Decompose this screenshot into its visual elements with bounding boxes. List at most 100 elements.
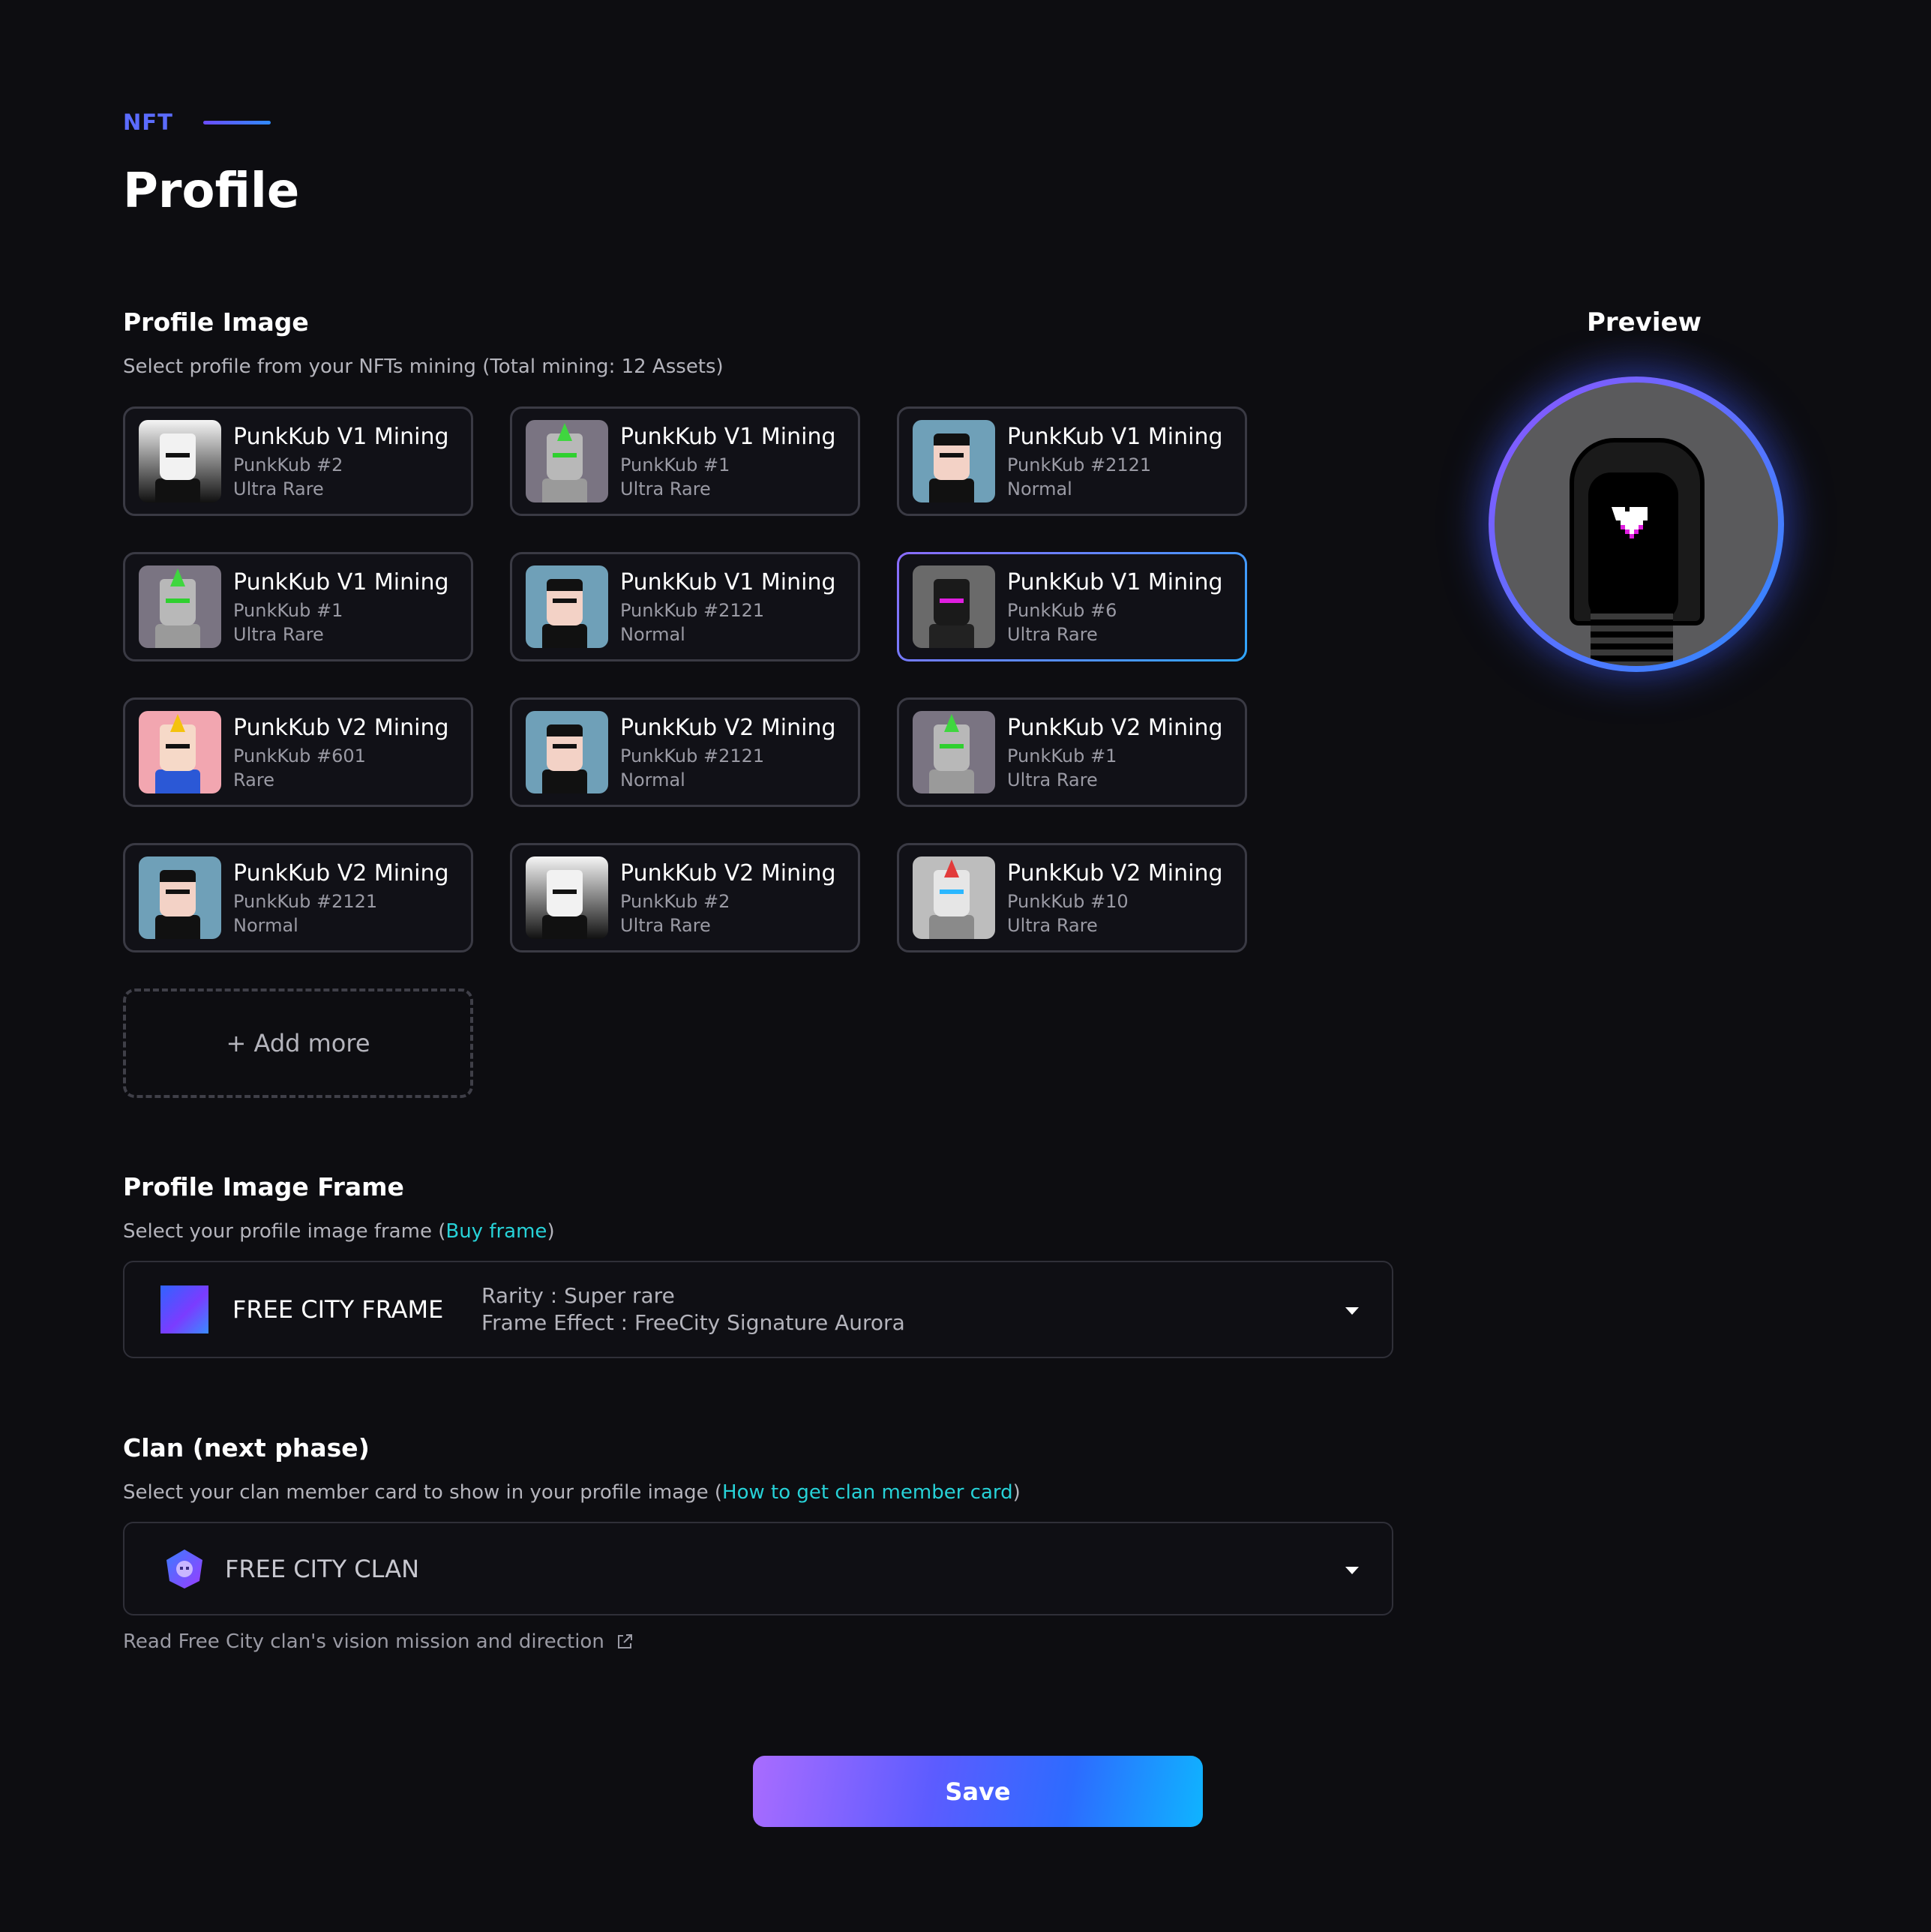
nft-card[interactable]: PunkKub V1 Mining P... PunkKub #2121Norma…	[510, 552, 860, 662]
avatar-body	[542, 624, 587, 648]
avatar-body	[155, 624, 200, 648]
external-link-icon	[617, 1634, 632, 1648]
nft-title: PunkKub V1 Mining P...	[1007, 568, 1231, 596]
nft-title: PunkKub V1 Mining P...	[620, 568, 844, 596]
nft-avatar	[139, 856, 221, 939]
clan-note-text: Read Free City clan's vision mission and…	[123, 1630, 604, 1653]
avatar-crest	[944, 860, 959, 878]
avatar-eyes	[553, 744, 577, 748]
clan-select[interactable]: FREE CITY CLAN	[123, 1522, 1393, 1616]
nft-card[interactable]: PunkKub V1 Mining P... PunkKub #1Ultra Ra…	[123, 552, 473, 662]
avatar-eyes	[553, 598, 577, 603]
nft-card[interactable]: PunkKub V2 Mining ... PunkKub #2 Ultra Rar…	[510, 843, 860, 952]
avatar-eyes	[553, 453, 577, 458]
nft-avatar	[913, 566, 995, 648]
nft-card-text: PunkKub V1 Mining P... PunkKub #1Ultra Ra…	[620, 424, 844, 500]
nft-id: PunkKub #2121	[1007, 454, 1152, 476]
avatar-eyes	[553, 890, 577, 894]
nft-title: PunkKub V2 Mining ...	[1007, 860, 1231, 886]
nft-card[interactable]: PunkKub V2 Mining ... PunkKub #2121 Normal	[123, 843, 473, 952]
nft-card[interactable]: PunkKub V2 Mining ... PunkKub #2121 Normal	[510, 698, 860, 807]
nft-card-text: PunkKub V1 Mining P... PunkKub #1Ultra Ra…	[233, 569, 457, 645]
nft-card-text: PunkKub V2 Mining ... PunkKub #2 Ultra Rar…	[620, 860, 844, 936]
profile-image-title: Profile Image	[123, 308, 309, 337]
nft-rarity: Normal	[233, 914, 298, 936]
add-more-button[interactable]: + Add more	[123, 988, 473, 1098]
nft-id: PunkKub #601	[233, 745, 366, 766]
nft-avatar	[526, 856, 608, 939]
avatar-eyes	[940, 598, 964, 603]
nft-card-text: PunkKub V2 Mining ... PunkKub #2121 Normal	[233, 860, 457, 936]
eyebrow: NFT	[123, 110, 271, 135]
profile-image-description: Select profile from your NFTs mining (To…	[123, 356, 724, 378]
nft-card[interactable]: PunkKub V1 Mining P... PunkKub #1Ultra Ra…	[510, 406, 860, 516]
nft-avatar	[526, 566, 608, 648]
nft-avatar	[526, 420, 608, 502]
nft-rarity: Normal	[1007, 478, 1072, 500]
preview-avatar	[1495, 382, 1778, 666]
nft-card[interactable]: PunkKub V2 Mining ... PunkKub #10 Ultra Ra…	[897, 843, 1247, 952]
nft-card[interactable]: PunkKub V1 Mining P... PunkKub #2Ultra Ra…	[123, 406, 473, 516]
avatar-eyes	[166, 453, 190, 458]
nft-title: PunkKub V1 Mining P...	[233, 568, 457, 596]
nft-rarity: Ultra Rare	[1007, 623, 1098, 645]
avatar-body	[929, 624, 974, 648]
nft-card-text: PunkKub V1 Mining P... PunkKub #2Ultra Ra…	[233, 424, 457, 500]
preview-neck	[1591, 608, 1673, 666]
avatar-crest	[170, 714, 185, 732]
avatar-eyes	[166, 598, 190, 603]
clan-card-link[interactable]: How to get clan member card	[722, 1481, 1013, 1504]
nft-id: PunkKub #2	[233, 454, 343, 476]
frame-effect: Frame Effect : FreeCity Signature Aurora	[481, 1310, 905, 1335]
nft-card[interactable]: PunkKub V2 Mining ... PunkKub #601 Rare	[123, 698, 473, 807]
avatar-body	[155, 478, 200, 502]
avatar-eyes	[940, 453, 964, 458]
avatar-body	[542, 770, 587, 794]
avatar-crest	[944, 714, 959, 732]
nft-id: PunkKub #1	[1007, 745, 1117, 766]
avatar-body	[155, 770, 200, 794]
avatar-crest	[170, 568, 185, 586]
nft-title: PunkKub V1 Mining P...	[1007, 423, 1231, 450]
nft-card[interactable]: PunkKub V2 Mining ... PunkKub #1 Ultra Rar…	[897, 698, 1247, 807]
avatar-eyes	[940, 890, 964, 894]
frame-description: Select your profile image frame (Buy fra…	[123, 1220, 555, 1243]
nft-title: PunkKub V1 Mining P...	[620, 423, 844, 450]
nft-rarity: Ultra Rare	[1007, 914, 1098, 936]
nft-rarity: Ultra Rare	[620, 914, 711, 936]
heart-icon	[1612, 507, 1648, 538]
eyebrow-divider	[202, 120, 271, 124]
nft-avatar	[913, 420, 995, 502]
nft-title: PunkKub V2 Mining ...	[233, 714, 457, 741]
nft-card-text: PunkKub V1 Mining P... PunkKub #2121Norma…	[620, 569, 844, 645]
nft-avatar	[913, 856, 995, 939]
save-button[interactable]: Save	[753, 1756, 1203, 1827]
nft-rarity: Ultra Rare	[1007, 769, 1098, 790]
nft-rarity: Normal	[620, 623, 685, 645]
page-title: Profile	[123, 164, 300, 219]
clan-title: Clan (next phase)	[123, 1433, 370, 1462]
nft-card-text: PunkKub V1 Mining P... PunkKub #6Ultra Ra…	[1007, 569, 1231, 645]
nft-rarity: Rare	[233, 769, 274, 790]
avatar-body	[155, 915, 200, 939]
clan-vision-link[interactable]: Read Free City clan's vision mission and…	[123, 1630, 634, 1653]
nft-rarity: Ultra Rare	[233, 623, 324, 645]
frame-swatch	[160, 1286, 208, 1334]
nft-card[interactable]: PunkKub V1 Mining P... PunkKub #6Ultra Ra…	[897, 552, 1247, 662]
nft-card-text: PunkKub V1 Mining P... PunkKub #2121Norma…	[1007, 424, 1231, 500]
nft-rarity: Normal	[620, 769, 685, 790]
nft-avatar	[139, 711, 221, 794]
nft-card[interactable]: PunkKub V1 Mining P... PunkKub #2121Norma…	[897, 406, 1247, 516]
frame-desc-suffix: )	[547, 1220, 555, 1243]
nft-avatar	[139, 566, 221, 648]
preview-face	[1588, 472, 1678, 622]
clan-emblem-icon	[166, 1549, 202, 1588]
nft-card-grid: PunkKub V1 Mining P...PunkKub #2Ultra Ra…	[123, 406, 1248, 952]
nft-card-text: PunkKub V2 Mining ... PunkKub #10 Ultra Ra…	[1007, 860, 1231, 936]
frame-select[interactable]: FREE CITY FRAME Rarity : Super rare Fram…	[123, 1261, 1393, 1358]
buy-frame-link[interactable]: Buy frame	[445, 1220, 547, 1243]
clan-description: Select your clan member card to show in …	[123, 1481, 1021, 1504]
avatar-body	[929, 770, 974, 794]
nft-id: PunkKub #2	[620, 890, 730, 912]
chevron-down-icon	[1345, 1566, 1359, 1574]
